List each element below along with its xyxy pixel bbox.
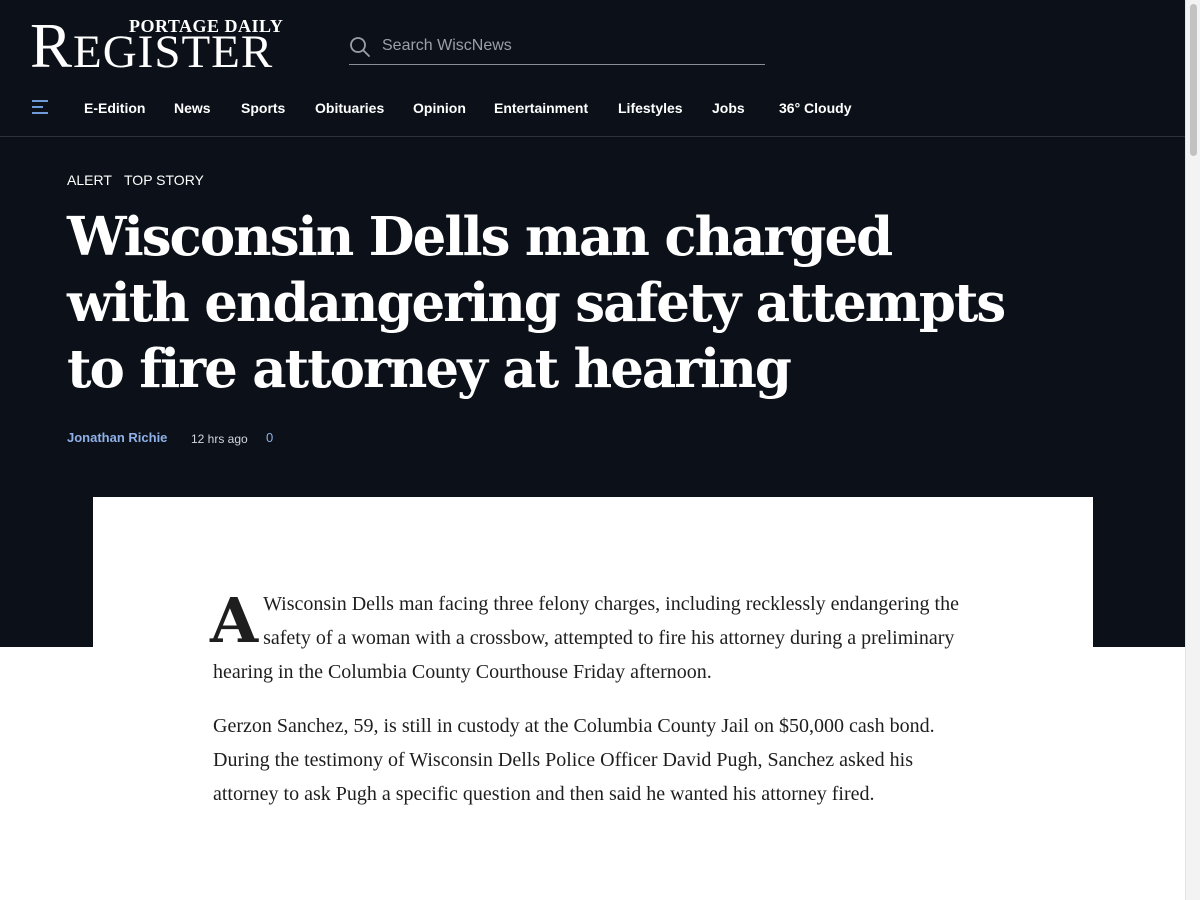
nav-item-entertainment[interactable]: Entertainment: [494, 99, 588, 117]
comment-count[interactable]: 0: [266, 430, 273, 446]
article-body: A Wisconsin Dells man facing three felony…: [210, 584, 963, 831]
nav-item-obituaries[interactable]: Obituaries: [315, 99, 384, 117]
kicker-alert[interactable]: ALERT: [67, 172, 112, 188]
nav-item-opinion[interactable]: Opinion: [413, 99, 466, 117]
article-paragraph: A Wisconsin Dells man facing three felony…: [210, 584, 963, 689]
nav-item-news[interactable]: News: [174, 99, 211, 117]
nav-item-e-edition[interactable]: E-Edition: [84, 99, 145, 117]
drop-cap: A: [210, 584, 259, 657]
nav-item-sports[interactable]: Sports: [241, 99, 285, 117]
article-headline: Wisconsin Dells man charged with endange…: [67, 206, 1006, 400]
byline-timestamp: 12 hrs ago: [191, 432, 248, 446]
scrollbar[interactable]: [1185, 0, 1200, 900]
hamburger-menu-icon[interactable]: [31, 99, 49, 115]
byline-author[interactable]: Jonathan Richie: [67, 430, 167, 446]
logo-tagline: PORTAGE DAILY: [129, 16, 284, 36]
search-bar: [349, 31, 765, 65]
site-logo[interactable]: REGISTER PORTAGE DAILY: [30, 15, 320, 79]
search-icon[interactable]: [349, 36, 371, 58]
paragraph-text: Wisconsin Dells man facing three felony …: [213, 593, 959, 683]
nav-item-lifestyles[interactable]: Lifestyles: [618, 99, 683, 117]
weather-widget[interactable]: 36° Cloudy: [779, 99, 852, 117]
scrollbar-thumb[interactable]: [1190, 4, 1197, 156]
nav-item-jobs[interactable]: Jobs: [712, 99, 745, 117]
main-nav: E-Edition News Sports Obituaries Opinion…: [0, 90, 1185, 137]
article-paragraph: Gerzon Sanchez, 59, is still in custody …: [213, 715, 935, 805]
search-input[interactable]: [382, 31, 752, 61]
kicker-top-story[interactable]: TOP STORY: [124, 172, 204, 188]
